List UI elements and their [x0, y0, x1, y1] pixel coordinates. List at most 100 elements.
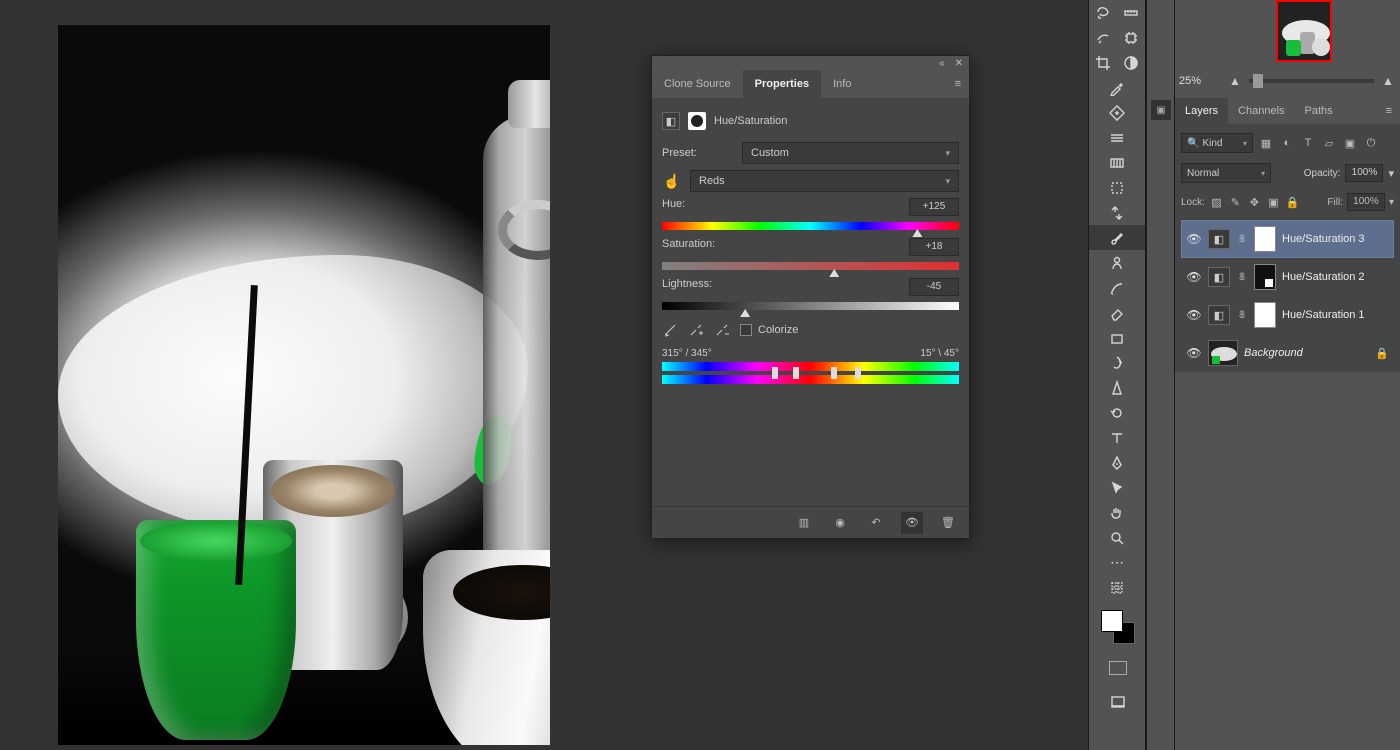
- hue-thumb[interactable]: [912, 229, 922, 237]
- lasso-tool-icon[interactable]: [1089, 0, 1117, 25]
- colorize-checkbox[interactable]: Colorize: [740, 324, 798, 336]
- visibility-toggle-icon[interactable]: 👁: [1186, 308, 1202, 322]
- contrast-tool-icon[interactable]: [1117, 50, 1145, 75]
- targeted-adjust-icon[interactable]: ☝: [662, 173, 682, 190]
- collapse-panel-icon[interactable]: «: [939, 58, 945, 69]
- filter-toggle-icon[interactable]: ⏻: [1363, 135, 1379, 151]
- panel-menu-icon[interactable]: ≡: [955, 78, 961, 90]
- tab-layers[interactable]: Layers: [1175, 98, 1228, 124]
- crop-tool-icon[interactable]: [1089, 50, 1117, 75]
- screen-mode-button[interactable]: [1089, 688, 1147, 716]
- layers-menu-icon[interactable]: ≡: [1386, 105, 1392, 117]
- layer-row[interactable]: 👁 ◧ 𝟠 Hue/Saturation 3: [1181, 220, 1394, 258]
- gradient-tool-icon[interactable]: [1089, 150, 1145, 175]
- document-canvas[interactable]: [58, 25, 550, 745]
- fill-value-input[interactable]: 100%: [1347, 193, 1385, 211]
- lock-all-icon[interactable]: 🔒: [1285, 195, 1300, 210]
- layer-mask-thumb[interactable]: [1254, 226, 1276, 252]
- healing-brush-tool-icon[interactable]: [1089, 25, 1117, 50]
- layer-filter-dropdown[interactable]: 🔍Kind▾: [1181, 133, 1253, 153]
- lightness-slider[interactable]: [662, 300, 959, 312]
- artboard-tool-icon[interactable]: [1117, 25, 1145, 50]
- channel-dropdown[interactable]: Reds ▾: [690, 170, 959, 192]
- adjustment-type-icon[interactable]: ◧: [662, 112, 680, 130]
- foreground-color-swatch[interactable]: [1101, 610, 1123, 632]
- eyedropper-tool-icon[interactable]: [1089, 75, 1145, 100]
- view-previous-button[interactable]: ◉: [829, 512, 851, 534]
- layer-mask-icon[interactable]: [688, 112, 706, 130]
- layer-name[interactable]: Background: [1244, 347, 1369, 359]
- lock-transparency-icon[interactable]: ▨: [1209, 195, 1224, 210]
- color-swatches[interactable]: [1089, 608, 1147, 648]
- more-tools-icon[interactable]: ⋯: [1089, 550, 1145, 575]
- lock-position-icon[interactable]: ✥: [1247, 195, 1262, 210]
- saturation-value-input[interactable]: +18: [909, 238, 959, 256]
- tab-channels[interactable]: Channels: [1228, 98, 1294, 124]
- lightness-thumb[interactable]: [740, 309, 750, 317]
- chevron-down-icon[interactable]: ▾: [1389, 197, 1394, 208]
- range-thumb-1[interactable]: [772, 367, 778, 379]
- color-range-slider[interactable]: [662, 362, 959, 384]
- preset-dropdown[interactable]: Custom ▾: [742, 142, 959, 164]
- hue-slider[interactable]: [662, 220, 959, 232]
- reset-button[interactable]: ↶: [865, 512, 887, 534]
- saturation-thumb[interactable]: [829, 269, 839, 277]
- zoom-percent-input[interactable]: 25%: [1179, 75, 1221, 87]
- zoom-in-icon[interactable]: ▲: [1380, 74, 1396, 88]
- path-select-tool-icon[interactable]: [1089, 475, 1145, 500]
- eyedropper-add-icon[interactable]: [688, 322, 704, 338]
- layer-mask-thumb[interactable]: [1254, 302, 1276, 328]
- tab-clone-source[interactable]: Clone Source: [652, 70, 743, 98]
- clip-to-layer-button[interactable]: ▥: [793, 512, 815, 534]
- layer-name[interactable]: Hue/Saturation 1: [1282, 309, 1389, 321]
- shape-swap-icon[interactable]: [1089, 200, 1145, 225]
- history-brush-tool-icon[interactable]: [1089, 275, 1145, 300]
- filter-shape-icon[interactable]: ▱: [1321, 135, 1337, 151]
- quick-mask-button[interactable]: [1089, 654, 1147, 682]
- lock-icon[interactable]: 🔒: [1375, 347, 1389, 360]
- hand-tool-icon[interactable]: [1089, 500, 1145, 525]
- delete-adjustment-button[interactable]: 🗑: [937, 512, 959, 534]
- eraser-tool-icon[interactable]: [1089, 300, 1145, 325]
- layer-mask-thumb[interactable]: [1254, 264, 1276, 290]
- tab-info[interactable]: Info: [821, 70, 863, 98]
- filter-image-icon[interactable]: ▦: [1258, 135, 1274, 151]
- saturation-slider[interactable]: [662, 260, 959, 272]
- patch-tool-icon[interactable]: [1089, 100, 1145, 125]
- eyedropper-icon[interactable]: [662, 322, 678, 338]
- range-thumb-4[interactable]: [855, 367, 861, 379]
- ruler-tool-icon[interactable]: [1117, 0, 1145, 25]
- filter-type-icon[interactable]: T: [1300, 135, 1316, 151]
- puppet-tool-icon[interactable]: [1089, 350, 1145, 375]
- lightness-value-input[interactable]: -45: [909, 278, 959, 296]
- zoom-tool-icon[interactable]: [1089, 525, 1145, 550]
- person-tool-icon[interactable]: [1089, 250, 1145, 275]
- eyedropper-subtract-icon[interactable]: [714, 322, 730, 338]
- type-tool-icon[interactable]: [1089, 425, 1145, 450]
- pen-tool-icon[interactable]: [1089, 450, 1145, 475]
- range-thumb-2[interactable]: [793, 367, 799, 379]
- edit-toolbar-icon[interactable]: [1089, 575, 1145, 600]
- zoom-out-icon[interactable]: ▲: [1227, 74, 1243, 88]
- tab-properties[interactable]: Properties: [743, 70, 821, 98]
- layer-row[interactable]: 👁 ◧ 𝟠 Hue/Saturation 2: [1181, 258, 1394, 296]
- layer-name[interactable]: Hue/Saturation 3: [1282, 233, 1389, 245]
- layer-row[interactable]: 👁 Background 🔒: [1181, 334, 1394, 372]
- toggle-visibility-button[interactable]: 👁: [901, 512, 923, 534]
- blend-mode-dropdown[interactable]: Normal▾: [1181, 163, 1271, 183]
- lock-image-icon[interactable]: ✎: [1228, 195, 1243, 210]
- visibility-toggle-icon[interactable]: 👁: [1186, 270, 1202, 284]
- filter-smart-icon[interactable]: ▣: [1342, 135, 1358, 151]
- zoom-slider[interactable]: [1249, 79, 1374, 83]
- hue-value-input[interactable]: +125: [909, 198, 959, 216]
- visibility-toggle-icon[interactable]: 👁: [1186, 232, 1202, 246]
- zoom-thumb[interactable]: [1253, 74, 1263, 88]
- close-panel-icon[interactable]: ✕: [955, 58, 963, 69]
- tab-paths[interactable]: Paths: [1295, 98, 1343, 124]
- selection-tool-icon[interactable]: [1089, 175, 1145, 200]
- navigator-thumbnail[interactable]: [1276, 0, 1332, 62]
- layer-name[interactable]: Hue/Saturation 2: [1282, 271, 1389, 283]
- opacity-value-input[interactable]: 100%: [1345, 164, 1383, 182]
- layer-row[interactable]: 👁 ◧ 𝟠 Hue/Saturation 1: [1181, 296, 1394, 334]
- rotate-tool-icon[interactable]: [1089, 400, 1145, 425]
